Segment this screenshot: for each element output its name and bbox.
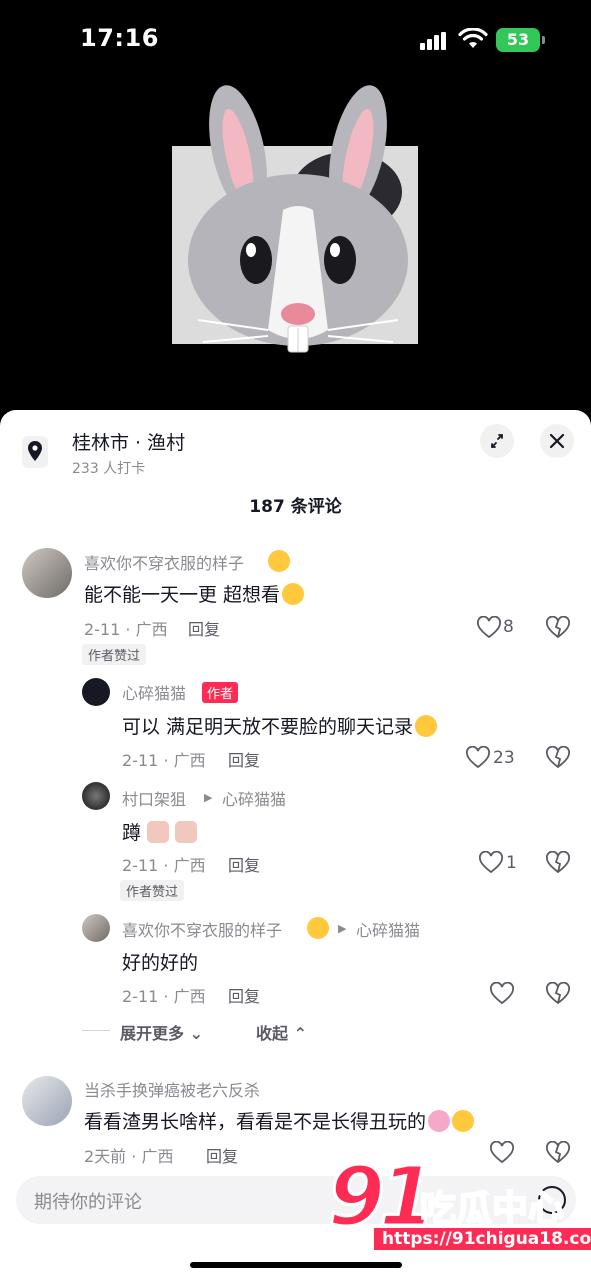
expand-more-button[interactable]: 展开更多 ⌄ — [120, 1020, 203, 1044]
collapse-label: 收起 — [256, 1024, 289, 1043]
comment-text-content: 可以 满足明天放不要脸的聊天记录 — [122, 716, 414, 738]
chevron-down-icon: ⌄ — [189, 1024, 203, 1043]
thread-divider — [82, 1030, 110, 1031]
comment-meta: 2-11 · 广西 — [84, 620, 168, 639]
emoji-icon — [175, 821, 198, 843]
collapse-button[interactable]: 收起 ⌃ — [256, 1020, 307, 1044]
like-count: 8 — [503, 617, 514, 637]
location-checkins: 233 人打卡 — [72, 461, 146, 477]
reply-to-name[interactable]: 心碎猫猫 — [222, 786, 286, 810]
comment-text-content: 能不能一天一更 超想看 — [84, 584, 281, 606]
home-indicator[interactable] — [190, 1262, 402, 1268]
comment-sheet: 桂林市 · 渔村 233 人打卡 187 条评论 喜欢你不穿衣服的样子 能不能一… — [0, 410, 591, 1280]
status-time: 17:16 — [80, 24, 159, 52]
avatar[interactable] — [22, 1076, 72, 1126]
heart-icon[interactable] — [476, 616, 502, 640]
wifi-icon — [458, 28, 488, 48]
reply-button[interactable]: 回复 — [228, 983, 260, 1007]
reply-button[interactable]: 回复 — [188, 616, 220, 640]
comment-meta: 2-11 · 广西 — [122, 751, 206, 770]
bunny-mask-icon — [188, 85, 408, 353]
heart-icon[interactable] — [478, 851, 504, 875]
comment-text: 蹲 — [122, 818, 198, 845]
watermark-url: https://91chigua18.com — [372, 1226, 591, 1252]
emoji-icon — [307, 917, 329, 939]
author-badge: 作者 — [202, 682, 239, 703]
reply-button[interactable]: 回复 — [228, 852, 260, 876]
avatar[interactable] — [82, 782, 110, 810]
expand-icon — [491, 434, 503, 448]
close-icon — [549, 433, 565, 449]
comment-meta: 2-11 · 广西 — [122, 987, 206, 1006]
location-title[interactable]: 桂林市 · 渔村 — [72, 428, 185, 455]
commenter-name[interactable]: 喜欢你不穿衣服的样子 — [84, 550, 244, 574]
like-count: 23 — [493, 748, 515, 768]
commenter-name[interactable]: 村口架狙 — [122, 786, 186, 810]
avatar[interactable] — [22, 548, 72, 598]
commenter-name[interactable]: 心碎猫猫 — [122, 680, 186, 704]
comment-text: 看看渣男长啥样，看看是不是长得丑玩的 — [84, 1107, 475, 1134]
reply-button[interactable]: 回复 — [228, 747, 260, 771]
author-liked-badge: 作者赞过 — [120, 880, 185, 901]
chevron-up-icon: ⌃ — [293, 1024, 307, 1043]
emoji-icon — [415, 715, 438, 737]
emoji-icon — [147, 821, 170, 843]
like-count: 1 — [506, 853, 517, 873]
emoji-icon — [268, 550, 290, 572]
heart-icon[interactable] — [489, 982, 515, 1006]
reply-arrow-icon: ▶ — [338, 922, 347, 935]
comment-meta: 2天前 · 广西 — [84, 1147, 174, 1166]
heart-icon[interactable] — [465, 746, 491, 770]
comment-text-content: 蹲 — [122, 822, 142, 844]
avatar[interactable] — [82, 678, 110, 706]
comment-count-title: 187 条评论 — [249, 497, 342, 517]
emoji-icon — [452, 1110, 475, 1132]
comment-text: 能不能一天一更 超想看 — [84, 580, 305, 607]
status-bar: 17:16 53 — [0, 0, 591, 80]
expand-more-label: 展开更多 — [120, 1024, 185, 1043]
avatar[interactable] — [82, 914, 110, 942]
video-player[interactable] — [0, 80, 591, 410]
close-button[interactable] — [540, 424, 574, 458]
author-liked-badge: 作者赞过 — [82, 644, 147, 665]
expand-button[interactable] — [480, 424, 514, 458]
dislike-heart-icon[interactable] — [545, 982, 571, 1006]
heart-icon[interactable] — [489, 1141, 515, 1165]
comment-input-placeholder: 期待你的评论 — [34, 1192, 142, 1213]
comment-text: 好的好的 — [122, 952, 199, 974]
reply-arrow-icon: ▶ — [204, 791, 213, 804]
battery-indicator: 53 — [496, 28, 545, 52]
location-pin-icon — [22, 436, 48, 468]
dislike-heart-icon[interactable] — [545, 851, 571, 875]
dislike-heart-icon[interactable] — [545, 616, 571, 640]
watermark-logo-text: 吃瓜中心 — [419, 1188, 565, 1231]
emoji-icon — [282, 583, 305, 605]
reply-to-name[interactable]: 心碎猫猫 — [356, 917, 420, 941]
commenter-name[interactable]: 喜欢你不穿衣服的样子 — [122, 917, 282, 941]
comment-meta: 2-11 · 广西 — [122, 856, 206, 875]
commenter-name[interactable]: 当杀手换弹癌被老六反杀 — [84, 1077, 260, 1101]
emoji-icon — [428, 1110, 451, 1132]
dislike-heart-icon[interactable] — [545, 1141, 571, 1165]
reply-button[interactable]: 回复 — [206, 1143, 238, 1167]
cellular-signal-icon — [420, 32, 446, 50]
dislike-heart-icon[interactable] — [545, 746, 571, 770]
comment-text: 可以 满足明天放不要脸的聊天记录 — [122, 712, 438, 739]
comment-text-content: 看看渣男长啥样，看看是不是长得丑玩的 — [84, 1111, 427, 1133]
